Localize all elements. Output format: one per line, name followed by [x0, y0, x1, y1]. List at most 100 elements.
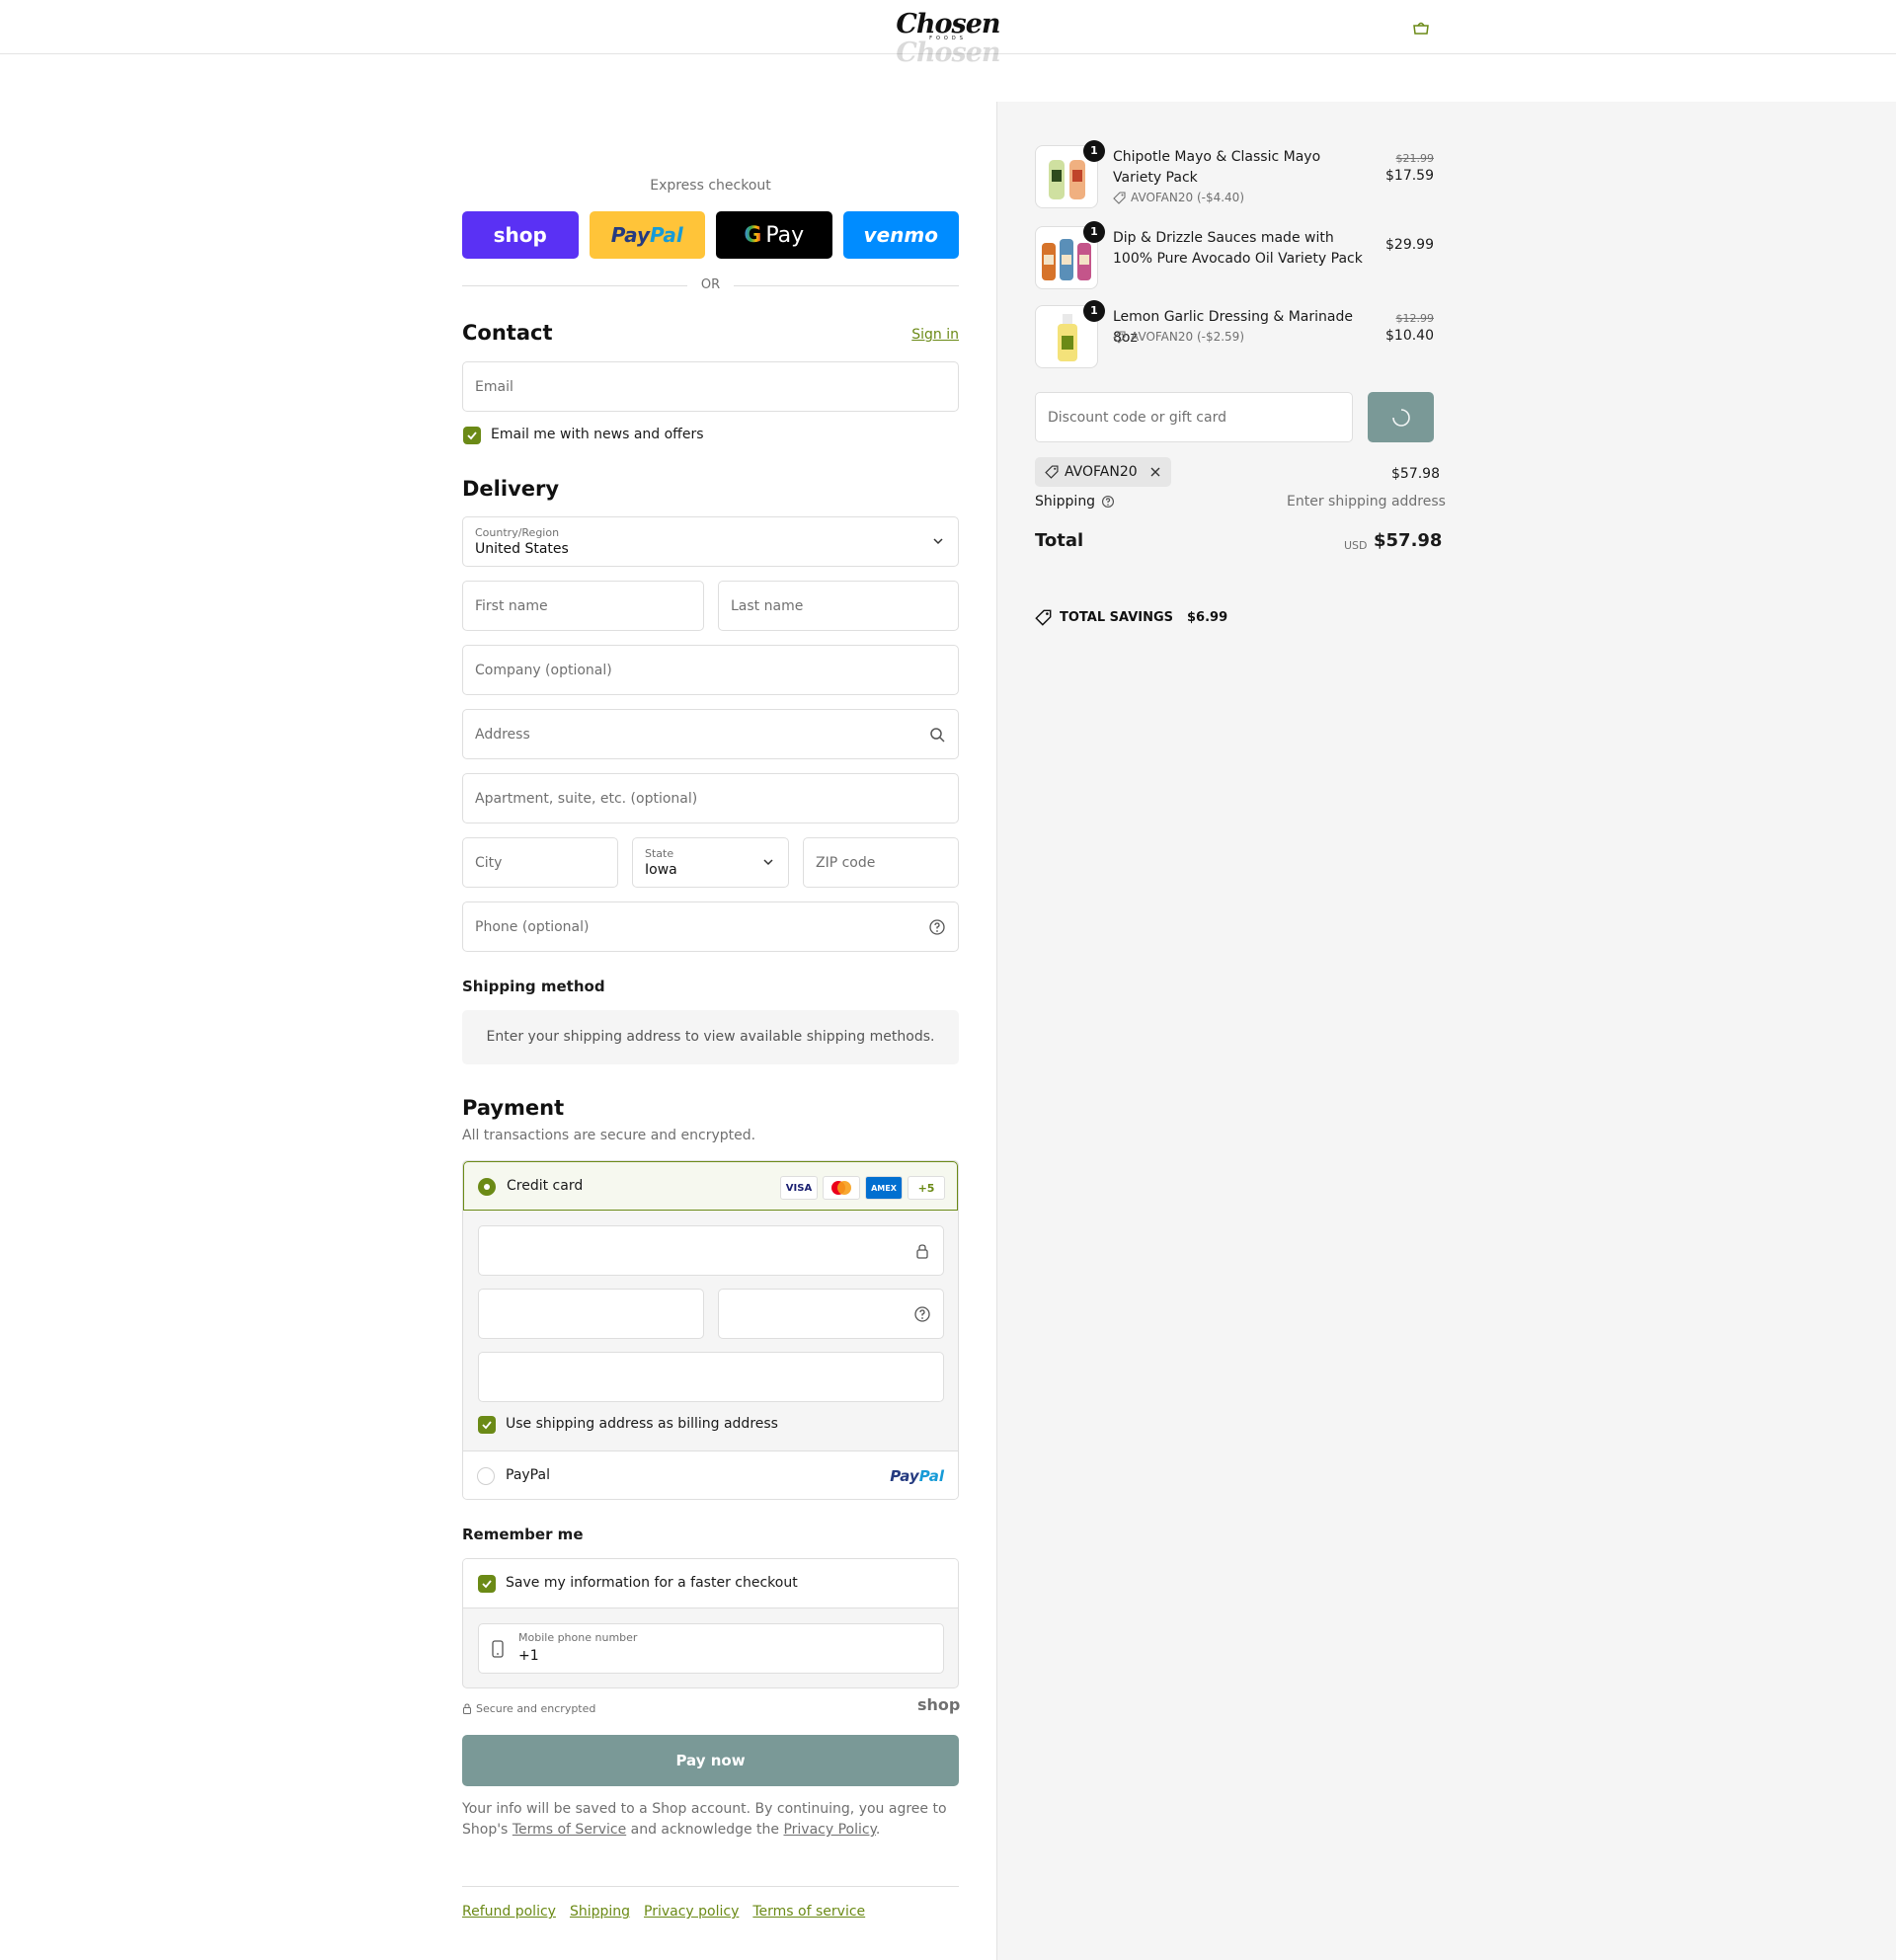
- company-placeholder: Company (optional): [475, 662, 612, 678]
- total-value: $57.98: [1374, 530, 1443, 551]
- more-brands-badge: +5: [908, 1176, 945, 1200]
- tag-icon: [1035, 609, 1052, 626]
- line-item: 1 Chipotle Mayo & Classic Mayo Variety P…: [1035, 140, 1434, 214]
- secure-note: Secure and encrypted: [462, 1702, 595, 1715]
- google-pay-button[interactable]: G Pay: [716, 211, 832, 259]
- card-number-field[interactable]: [478, 1225, 944, 1276]
- item-price: $29.99: [1385, 237, 1434, 253]
- item-discount-label: AVOFAN20 (-$4.40): [1131, 191, 1245, 204]
- sign-in-link[interactable]: Sign in: [889, 327, 959, 343]
- google-g-icon: G: [744, 222, 762, 248]
- or-divider: OR: [462, 275, 959, 295]
- logo-text: Chosen: [896, 9, 1000, 39]
- applied-discount-code: AVOFAN20: [1065, 464, 1138, 480]
- apply-discount-button[interactable]: [1368, 392, 1434, 442]
- last-name-placeholder: Last name: [731, 597, 804, 614]
- terms-of-service-footer-link[interactable]: Terms of service: [752, 1904, 865, 1920]
- address-field[interactable]: Address: [462, 709, 959, 759]
- apartment-field[interactable]: Apartment, suite, etc. (optional): [462, 773, 959, 823]
- legal-text-3: .: [875, 1822, 881, 1838]
- state-select[interactable]: State Iowa: [632, 837, 789, 888]
- credit-card-radio[interactable]: [478, 1178, 496, 1196]
- phone-field[interactable]: Phone (optional): [462, 902, 959, 952]
- pay-now-button[interactable]: Pay now: [462, 1735, 959, 1786]
- credit-card-option[interactable]: Credit card VISA AMEX +5: [463, 1161, 958, 1211]
- news-checkbox[interactable]: [463, 427, 481, 444]
- shop-pay-label: shop: [493, 223, 547, 247]
- help-circle-icon[interactable]: [1101, 495, 1115, 509]
- email-field[interactable]: Email: [462, 361, 959, 412]
- apartment-placeholder: Apartment, suite, etc. (optional): [475, 790, 698, 807]
- visa-icon: VISA: [780, 1176, 818, 1200]
- mobile-phone-value: +1: [518, 1648, 539, 1664]
- paypal-logo-a: Pay: [890, 1467, 919, 1485]
- product-image: 1: [1035, 300, 1105, 368]
- help-circle-icon[interactable]: [913, 1305, 931, 1323]
- total-savings-amount: $6.99: [1187, 610, 1228, 625]
- item-discount: AVOFAN20 (-$4.40): [1113, 191, 1244, 204]
- zip-field[interactable]: ZIP code: [803, 837, 959, 888]
- line-item: 1 Dip & Drizzle Sauces made with 100% Pu…: [1035, 221, 1434, 295]
- mobile-phone-field[interactable]: Mobile phone number +1: [478, 1623, 944, 1674]
- country-label: Country/Region: [475, 526, 560, 539]
- city-placeholder: City: [475, 854, 503, 871]
- shipping-value: Enter shipping address: [1287, 494, 1446, 510]
- help-circle-icon[interactable]: [928, 918, 946, 936]
- discount-code-placeholder: Discount code or gift card: [1048, 409, 1226, 426]
- shipping-method-heading: Shipping method: [462, 978, 605, 995]
- terms-of-service-link[interactable]: Terms of Service: [513, 1822, 626, 1838]
- footer-links: Refund policy Shipping Privacy policy Te…: [462, 1904, 865, 1920]
- lock-icon: [463, 1703, 471, 1714]
- product-name: Dip & Drizzle Sauces made with 100% Pure…: [1113, 230, 1363, 267]
- city-field[interactable]: City: [462, 837, 618, 888]
- shop-pay-button[interactable]: shop: [462, 211, 579, 259]
- phone-placeholder: Phone (optional): [475, 918, 590, 935]
- quantity-badge: 1: [1083, 300, 1105, 322]
- venmo-button[interactable]: venmo: [842, 211, 959, 259]
- line-item: 1 Lemon Garlic Dressing & Marinade 8oz A…: [1035, 300, 1434, 374]
- save-info-checkbox[interactable]: [478, 1575, 496, 1593]
- subtotal-value: $57.98: [1391, 466, 1440, 482]
- first-name-field[interactable]: First name: [462, 581, 704, 631]
- shopping-bag-icon[interactable]: [1411, 20, 1431, 36]
- refund-policy-link[interactable]: Refund policy: [462, 1904, 556, 1920]
- applied-discount-chip: AVOFAN20: [1035, 457, 1171, 487]
- paypal-button[interactable]: Pay Pal: [589, 211, 705, 259]
- state-value: Iowa: [645, 862, 677, 878]
- order-summary-panel: [996, 102, 1896, 1960]
- quantity-badge: 1: [1083, 221, 1105, 243]
- discount-code-field[interactable]: Discount code or gift card: [1035, 392, 1353, 442]
- express-checkout-label: Express checkout: [650, 178, 771, 194]
- gpay-label: Pay: [765, 222, 805, 248]
- security-code-field[interactable]: [718, 1289, 944, 1339]
- currency-code: USD: [1344, 539, 1368, 552]
- expiration-field[interactable]: [478, 1289, 704, 1339]
- privacy-policy-footer-link[interactable]: Privacy policy: [644, 1904, 739, 1920]
- country-select[interactable]: Country/Region United States: [462, 516, 959, 567]
- total-savings-label: TOTAL SAVINGS: [1060, 610, 1174, 625]
- tag-icon: [1113, 330, 1126, 344]
- item-price: $17.59: [1385, 168, 1434, 184]
- amex-icon: AMEX: [865, 1176, 903, 1200]
- chevron-down-icon: [933, 538, 943, 545]
- item-discount-label: AVOFAN20 (-$2.59): [1131, 330, 1245, 344]
- billing-checkbox[interactable]: [478, 1416, 496, 1434]
- lock-icon: [916, 1244, 928, 1259]
- shipping-method-message: Enter your shipping address to view avai…: [462, 1010, 959, 1064]
- last-name-field[interactable]: Last name: [718, 581, 959, 631]
- logo-reflection: Chosen: [896, 38, 1000, 68]
- company-field[interactable]: Company (optional): [462, 645, 959, 695]
- payment-options: Credit card VISA AMEX +5 Use shipping ad…: [462, 1160, 959, 1500]
- paypal-option[interactable]: PayPal PayPal: [463, 1450, 958, 1499]
- shipping-link[interactable]: Shipping: [570, 1904, 630, 1920]
- remember-me-box: Save my information for a faster checkou…: [462, 1558, 959, 1688]
- first-name-placeholder: First name: [475, 597, 548, 614]
- save-info-label: Save my information for a faster checkou…: [506, 1575, 798, 1591]
- paypal-radio[interactable]: [477, 1467, 495, 1485]
- close-icon[interactable]: [1149, 466, 1161, 478]
- name-on-card-field[interactable]: [478, 1352, 944, 1402]
- privacy-policy-link[interactable]: Privacy Policy: [783, 1822, 875, 1838]
- quantity-badge: 1: [1083, 140, 1105, 162]
- remember-me-heading: Remember me: [462, 1526, 584, 1543]
- search-icon: [930, 728, 945, 743]
